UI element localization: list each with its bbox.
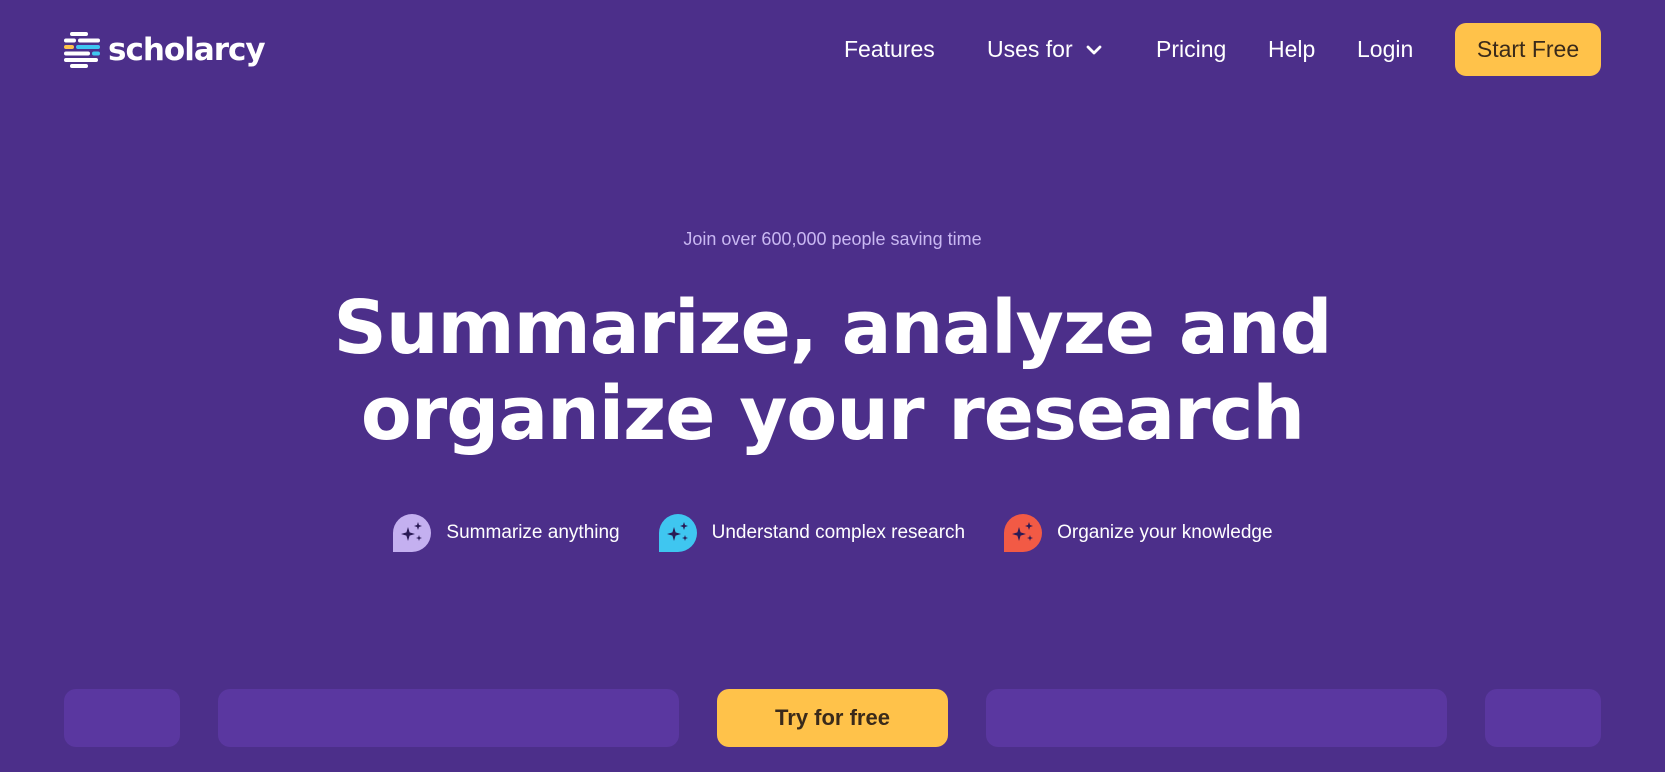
sparkle-chat-icon [658, 514, 697, 552]
logo-text: scholarcy [108, 32, 266, 68]
start-free-button[interactable]: Start Free [1455, 23, 1601, 76]
nav-features[interactable]: Features [844, 33, 935, 65]
carousel-tile [1485, 689, 1601, 747]
landing-page: scholarcy Features Uses for Pricing Help… [0, 0, 1665, 772]
site-header: scholarcy Features Uses for Pricing Help… [0, 0, 1665, 100]
try-for-free-button[interactable]: Try for free [717, 689, 948, 747]
nav-uses-for[interactable]: Uses for [987, 33, 1103, 65]
hero-tagline: Join over 600,000 people saving time [683, 229, 982, 249]
nav-login[interactable]: Login [1357, 33, 1413, 65]
feature-label: Organize your knowledge [1057, 522, 1273, 543]
nav-pricing[interactable]: Pricing [1156, 33, 1226, 65]
carousel-tile [218, 689, 679, 747]
feature-item: Understand complex research [658, 513, 965, 553]
hero-headline: Summarize, analyze and organize your res… [0, 285, 1665, 457]
headline-line-1: Summarize, analyze and [333, 285, 1333, 371]
chevron-down-icon [1086, 45, 1102, 55]
headline-line-2: organize your research [360, 371, 1305, 457]
feature-label: Summarize anything [446, 522, 620, 543]
feature-item: Summarize anything [392, 513, 620, 553]
feature-item: Organize your knowledge [1003, 513, 1273, 553]
feature-label: Understand complex research [711, 522, 966, 543]
scholarcy-logo-icon [64, 32, 100, 68]
sparkle-chat-icon [1004, 514, 1043, 552]
feature-list: Summarize anything Understand complex re… [0, 512, 1665, 554]
sparkle-chat-icon [393, 514, 432, 552]
carousel-tile [986, 689, 1447, 747]
nav-help[interactable]: Help [1268, 33, 1315, 65]
carousel-tile [64, 689, 180, 747]
logo[interactable]: scholarcy [64, 30, 266, 70]
nav-uses-for-label: Uses for [987, 36, 1073, 62]
